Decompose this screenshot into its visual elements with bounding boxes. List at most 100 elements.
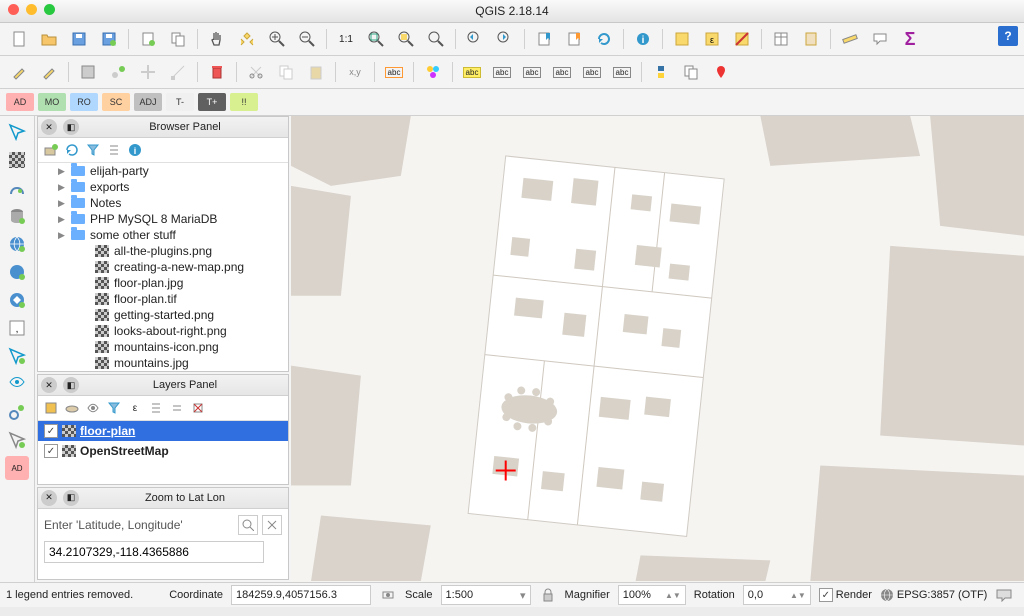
browser-item[interactable]: ▶PHP MySQL 8 MariaDB — [38, 211, 288, 227]
new-print-composer-button[interactable] — [135, 26, 161, 52]
browser-item[interactable]: creating-a-new-map.png — [38, 259, 288, 275]
browser-item[interactable]: all-the-plugins.png — [38, 243, 288, 259]
collapse-all-icon[interactable] — [105, 141, 123, 159]
browser-item[interactable]: mountains-icon.png — [38, 339, 288, 355]
zoom-last-button[interactable] — [462, 26, 488, 52]
layer-add-group-icon[interactable] — [63, 399, 81, 417]
cut-features-button[interactable] — [243, 59, 269, 85]
new-project-button[interactable] — [6, 26, 32, 52]
layer-visibility-checkbox[interactable]: ✓ — [44, 424, 58, 438]
layer-list[interactable]: ✓floor-plan✓OpenStreetMap — [38, 421, 288, 461]
label-diagram-button[interactable]: abc — [489, 59, 515, 85]
new-memory-layer-button[interactable] — [5, 428, 29, 452]
browser-item[interactable]: ▶elijah-party — [38, 163, 288, 179]
new-gpx-button[interactable] — [5, 400, 29, 424]
browser-item[interactable]: floor-plan.tif — [38, 291, 288, 307]
add-wms-layer-button[interactable] — [5, 232, 29, 256]
open-attribute-table-button[interactable] — [768, 26, 794, 52]
copy-features-button[interactable] — [273, 59, 299, 85]
browser-item[interactable]: getting-started.png — [38, 307, 288, 323]
select-features-button[interactable] — [669, 26, 695, 52]
add-virtual-layer-button[interactable] — [5, 344, 29, 368]
layer-expand-icon[interactable] — [147, 399, 165, 417]
open-project-button[interactable] — [36, 26, 62, 52]
label-pin-button[interactable]: abc — [549, 59, 575, 85]
identify-button[interactable]: i — [630, 26, 656, 52]
save-as-button[interactable] — [96, 26, 122, 52]
browser-item[interactable]: ▶Notes — [38, 195, 288, 211]
tag-adj[interactable]: ADJ — [134, 93, 162, 111]
layer-remove-icon[interactable] — [189, 399, 207, 417]
add-spatialite-layer-button[interactable] — [5, 176, 29, 200]
crs-button[interactable]: EPSG:3857 (OTF) — [880, 588, 987, 602]
browser-tree[interactable]: ▶elijah-party▶exports▶Notes▶PHP MySQL 8 … — [38, 163, 288, 371]
save-layer-edits-button[interactable] — [75, 59, 101, 85]
filter-browser-icon[interactable] — [84, 141, 102, 159]
zoom-in-button[interactable] — [264, 26, 290, 52]
browser-item[interactable]: floor-plan.jpg — [38, 275, 288, 291]
zoom-native-button[interactable]: 1:1 — [333, 26, 359, 52]
help-button[interactable]: ? — [998, 26, 1018, 46]
add-postgis-layer-button[interactable] — [5, 204, 29, 228]
add-vector-layer-button[interactable] — [5, 120, 29, 144]
close-window-button[interactable] — [8, 4, 19, 15]
tag-t[interactable]: T+ — [198, 93, 226, 111]
messages-icon[interactable] — [995, 586, 1013, 604]
field-calculator-button[interactable] — [798, 26, 824, 52]
ad-plugin-button[interactable]: AD — [5, 456, 29, 480]
tag-t[interactable]: T- — [166, 93, 194, 111]
browser-close-button[interactable]: ✕ — [41, 119, 57, 135]
tag-[interactable]: !! — [230, 93, 258, 111]
pan-button[interactable] — [204, 26, 230, 52]
zoom-close-button[interactable]: ✕ — [41, 490, 57, 506]
statistical-summary-button[interactable]: Σ — [897, 26, 923, 52]
save-project-button[interactable] — [66, 26, 92, 52]
plugin-button[interactable] — [678, 59, 704, 85]
browser-item[interactable]: ▶some other stuff — [38, 227, 288, 243]
rotation-value[interactable]: 0,0▲▼ — [743, 585, 811, 605]
toggle-editing-button[interactable] — [36, 59, 62, 85]
zoom-to-selection-button[interactable] — [393, 26, 419, 52]
new-bookmark-button[interactable] — [531, 26, 557, 52]
add-delimited-text-button[interactable]: , — [5, 316, 29, 340]
properties-icon[interactable]: i — [126, 141, 144, 159]
zoom-clear-button[interactable] — [262, 515, 282, 535]
coordinate-value[interactable]: 184259.9,4057156.3 — [231, 585, 371, 605]
add-layer-icon[interactable] — [42, 141, 60, 159]
measure-button[interactable] — [837, 26, 863, 52]
delete-selected-button[interactable] — [204, 59, 230, 85]
style-manager-button[interactable] — [420, 59, 446, 85]
browser-item[interactable]: mountains.jpg — [38, 355, 288, 371]
zoom-to-layer-button[interactable] — [423, 26, 449, 52]
layer-style-icon[interactable] — [42, 399, 60, 417]
layers-undock-button[interactable]: ◧ — [63, 377, 79, 393]
composer-manager-button[interactable] — [165, 26, 191, 52]
georeferencer-button[interactable] — [708, 59, 734, 85]
add-wcs-layer-button[interactable] — [5, 260, 29, 284]
layer-expression-icon[interactable]: ε — [126, 399, 144, 417]
current-edits-button[interactable] — [6, 59, 32, 85]
zoom-next-button[interactable] — [492, 26, 518, 52]
layer-collapse-icon[interactable] — [168, 399, 186, 417]
browser-undock-button[interactable]: ◧ — [63, 119, 79, 135]
add-wfs-layer-button[interactable] — [5, 288, 29, 312]
label-tool-button[interactable]: abc — [381, 59, 407, 85]
node-tool-button[interactable] — [165, 59, 191, 85]
move-feature-button[interactable] — [135, 59, 161, 85]
tag-mo[interactable]: MO — [38, 93, 66, 111]
render-checkbox[interactable]: ✓Render — [819, 588, 872, 602]
layer-row[interactable]: ✓OpenStreetMap — [38, 441, 288, 461]
toggle-extents-icon[interactable] — [379, 586, 397, 604]
tag-ro[interactable]: RO — [70, 93, 98, 111]
label-rotate-button[interactable]: abc — [609, 59, 635, 85]
zoom-out-button[interactable] — [294, 26, 320, 52]
scale-value[interactable]: 1:500▾ — [441, 585, 531, 605]
deselect-all-button[interactable] — [729, 26, 755, 52]
layer-visibility-icon[interactable] — [84, 399, 102, 417]
zoom-undock-button[interactable]: ◧ — [63, 490, 79, 506]
new-shapefile-button[interactable] — [5, 372, 29, 396]
add-raster-layer-button[interactable] — [5, 148, 29, 172]
label-move-button[interactable]: abc — [579, 59, 605, 85]
map-tips-button[interactable] — [867, 26, 893, 52]
map-canvas[interactable] — [291, 116, 1024, 582]
